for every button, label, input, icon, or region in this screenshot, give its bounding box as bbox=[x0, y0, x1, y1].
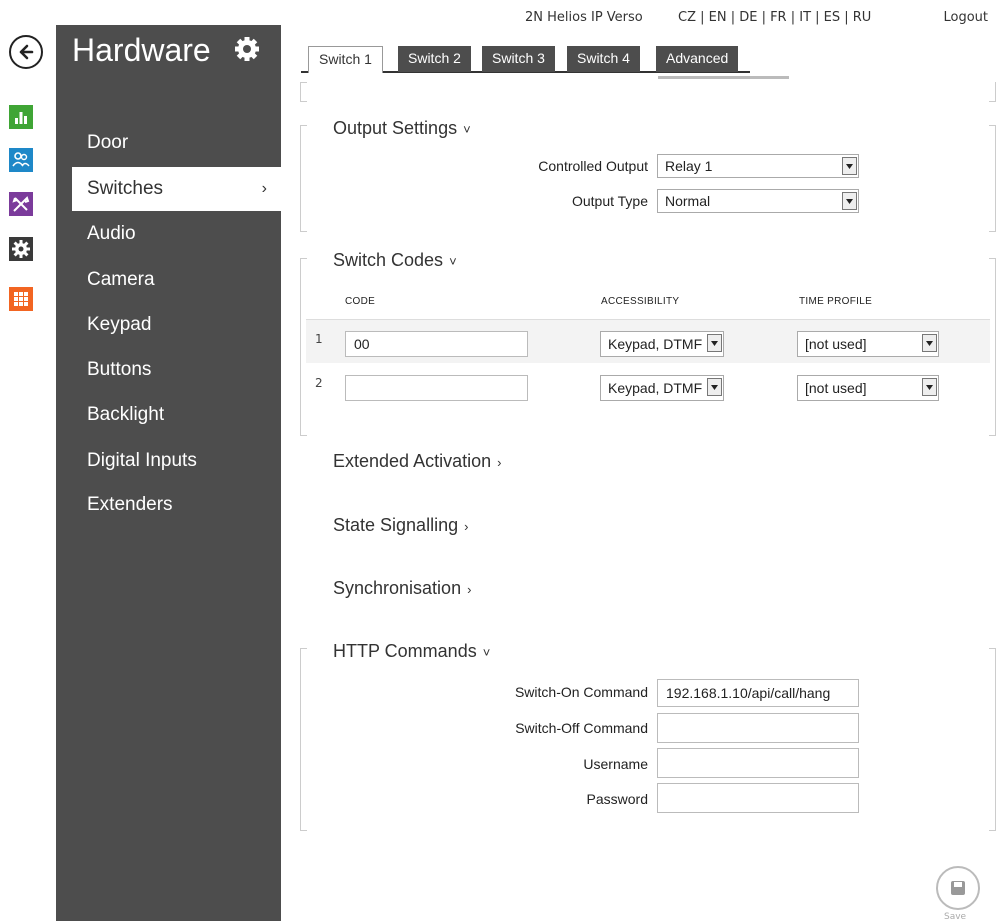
dropdown-arrow-icon bbox=[707, 378, 722, 396]
tab-switch-3[interactable]: Switch 3 bbox=[482, 46, 555, 72]
services-gear-icon[interactable] bbox=[9, 237, 33, 261]
chevron-down-icon: ˅ bbox=[482, 645, 491, 660]
directory-icon[interactable] bbox=[9, 148, 33, 172]
back-button[interactable] bbox=[9, 35, 43, 69]
sidebar-item-label: Digital Inputs bbox=[87, 450, 197, 471]
switch-codes-header[interactable]: Switch Codes ˅ bbox=[333, 250, 457, 271]
time-profile-value: [not used] bbox=[805, 380, 867, 396]
tab-switch-4[interactable]: Switch 4 bbox=[567, 46, 640, 72]
accessibility-select[interactable]: Keypad, DTMF bbox=[600, 331, 724, 357]
tab-switch-1[interactable]: Switch 1 bbox=[308, 46, 383, 73]
table-row: 2 Keypad, DTMF [not used] bbox=[306, 364, 990, 408]
chevron-right-icon: › bbox=[467, 582, 472, 597]
sidebar-item-label: Camera bbox=[87, 269, 155, 290]
sidebar-item-label: Extenders bbox=[87, 494, 173, 515]
output-type-label: Output Type bbox=[571, 193, 648, 209]
language-selector[interactable]: CZ | EN | DE | FR | IT | ES | RU bbox=[678, 10, 871, 25]
http-commands-panel bbox=[300, 648, 996, 831]
sidebar-item-digital-inputs[interactable]: Digital Inputs bbox=[72, 439, 281, 483]
chevron-down-icon: ˅ bbox=[449, 254, 457, 269]
controlled-output-value: Relay 1 bbox=[665, 158, 713, 174]
save-label: Save bbox=[944, 912, 967, 921]
dropdown-arrow-icon bbox=[842, 157, 857, 175]
switch-off-command-input[interactable] bbox=[657, 713, 859, 743]
logout-link[interactable]: Logout bbox=[943, 10, 988, 25]
section-title-text: Extended Activation bbox=[333, 451, 492, 471]
sidebar-item-label: Switches bbox=[87, 178, 164, 199]
sidebar-item-buttons[interactable]: Buttons bbox=[72, 348, 281, 392]
sidebar-item-label: Keypad bbox=[87, 314, 152, 335]
chevron-down-icon: ˅ bbox=[463, 122, 471, 137]
panel-top bbox=[300, 82, 996, 102]
row-number: 2 bbox=[315, 376, 323, 390]
sidebar-item-label: Audio bbox=[87, 223, 136, 244]
chevron-right-icon: › bbox=[497, 455, 502, 470]
gear-icon bbox=[235, 37, 259, 61]
row-number: 1 bbox=[315, 332, 323, 346]
hardware-tools-icon[interactable] bbox=[9, 192, 33, 216]
section-title-text: Output Settings bbox=[333, 118, 458, 138]
username-input[interactable] bbox=[657, 748, 859, 778]
sidebar-item-audio[interactable]: Audio bbox=[72, 212, 281, 256]
password-input[interactable] bbox=[657, 783, 859, 813]
status-icon[interactable] bbox=[9, 105, 33, 129]
switch-off-command-label: Switch-Off Command bbox=[515, 720, 648, 736]
sidebar-item-extenders[interactable]: Extenders bbox=[72, 483, 281, 527]
sidebar-item-label: Backlight bbox=[87, 404, 165, 425]
username-label: Username bbox=[583, 756, 648, 772]
tab-switch-2[interactable]: Switch 2 bbox=[398, 46, 471, 72]
output-settings-panel bbox=[300, 125, 996, 232]
extended-activation-header[interactable]: Extended Activation › bbox=[333, 451, 501, 472]
dropdown-arrow-icon bbox=[922, 378, 937, 396]
switch-on-command-label: Switch-On Command bbox=[514, 684, 648, 700]
output-type-value: Normal bbox=[665, 193, 711, 209]
sidebar-item-backlight[interactable]: Backlight bbox=[72, 393, 281, 437]
time-profile-select[interactable]: [not used] bbox=[797, 331, 939, 357]
sidebar-item-camera[interactable]: Camera bbox=[72, 258, 281, 302]
code-input[interactable]: 00 bbox=[345, 331, 528, 357]
dropdown-arrow-icon bbox=[922, 334, 937, 352]
accessibility-select[interactable]: Keypad, DTMF bbox=[600, 375, 724, 401]
accessibility-value: Keypad, DTMF bbox=[608, 336, 703, 352]
sidebar-item-label: Buttons bbox=[87, 359, 152, 380]
password-label: Password bbox=[586, 791, 648, 807]
arrow-left-icon bbox=[19, 44, 34, 60]
save-button[interactable] bbox=[936, 866, 980, 910]
column-header-time-profile: TIME PROFILE bbox=[799, 296, 873, 307]
column-header-code: CODE bbox=[345, 296, 376, 307]
chevron-right-icon: › bbox=[261, 180, 267, 197]
code-input[interactable] bbox=[345, 375, 528, 401]
accessibility-value: Keypad, DTMF bbox=[608, 380, 703, 396]
time-profile-value: [not used] bbox=[805, 336, 867, 352]
time-profile-select[interactable]: [not used] bbox=[797, 375, 939, 401]
sidebar-item-switches[interactable]: Switches › bbox=[72, 167, 281, 211]
http-commands-header[interactable]: HTTP Commands ˅ bbox=[333, 641, 490, 662]
column-header-accessibility: ACCESSIBILITY bbox=[601, 296, 680, 307]
section-title-text: State Signalling bbox=[333, 515, 459, 535]
switch-on-command-input[interactable]: 192.168.1.10/api/call/hang bbox=[657, 679, 859, 707]
device-name: 2N Helios IP Verso bbox=[525, 10, 643, 25]
sidebar-item-label: Door bbox=[87, 132, 129, 153]
tab-advanced[interactable]: Advanced bbox=[656, 46, 739, 72]
section-title-text: Synchronisation bbox=[333, 578, 462, 598]
dropdown-arrow-icon bbox=[842, 192, 857, 210]
dropdown-arrow-icon bbox=[707, 334, 722, 352]
sidebar-item-door[interactable]: Door bbox=[72, 121, 281, 165]
system-grid-icon[interactable] bbox=[9, 287, 33, 311]
synchronisation-header[interactable]: Synchronisation › bbox=[333, 578, 471, 599]
sidebar-title: Hardware bbox=[72, 32, 211, 68]
controlled-output-select[interactable]: Relay 1 bbox=[657, 154, 859, 178]
output-type-select[interactable]: Normal bbox=[657, 189, 859, 213]
controlled-output-label: Controlled Output bbox=[538, 158, 648, 174]
output-settings-header[interactable]: Output Settings ˅ bbox=[333, 118, 471, 139]
section-title-text: Switch Codes bbox=[333, 250, 444, 270]
state-signalling-header[interactable]: State Signalling › bbox=[333, 515, 468, 536]
section-title-text: HTTP Commands bbox=[333, 641, 477, 661]
sidebar-item-keypad[interactable]: Keypad bbox=[72, 303, 281, 347]
chevron-right-icon: › bbox=[464, 519, 469, 534]
floppy-disk-icon bbox=[951, 881, 965, 895]
table-row: 1 00 Keypad, DTMF [not used] bbox=[306, 319, 990, 363]
tab-scroll-indicator bbox=[658, 76, 789, 79]
